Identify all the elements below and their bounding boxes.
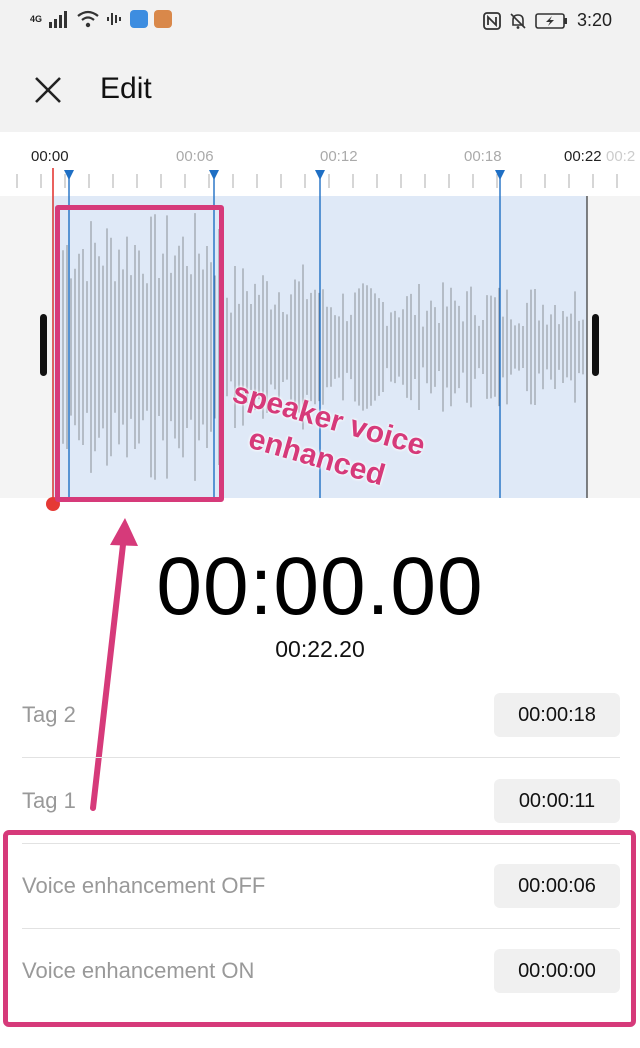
close-button[interactable]: [28, 70, 68, 110]
mute-bell-icon: [510, 12, 526, 29]
tag-time-button[interactable]: 00:00:18: [494, 693, 620, 737]
annotation-box-waveform: [55, 205, 224, 502]
battery-icon: [535, 12, 567, 29]
signal-icon: [49, 11, 68, 28]
tag-label: Tag 2: [22, 702, 76, 727]
status-right: 3:20: [483, 10, 612, 31]
nfc-icon: [483, 11, 501, 30]
game-notification-icon: [154, 10, 173, 28]
total-duration: 00:22.20: [275, 636, 365, 662]
tag-label: Tag 1: [22, 788, 76, 813]
audio-wave-icon: [107, 13, 122, 25]
close-icon: [35, 77, 61, 103]
status-bar: 4G 3:20: [0, 0, 640, 44]
tag-time-button[interactable]: 00:00:11: [494, 779, 620, 823]
trim-handle-left[interactable]: [40, 314, 47, 376]
toolbar: Edit: [0, 44, 640, 132]
wifi-icon: [77, 10, 99, 28]
timeline-ruler[interactable]: 00:00 00:06 00:12 00:18 00:22 00:2: [0, 132, 640, 196]
annotation-box-tags: [3, 830, 636, 1027]
network-type: 4G: [30, 14, 43, 24]
timeline-ticks: [16, 168, 618, 196]
clock: 3:20: [576, 10, 612, 30]
page-title: Edit: [100, 72, 152, 105]
trim-handle-right[interactable]: [592, 314, 599, 376]
tag-list-item[interactable]: Tag 2 00:00:18: [22, 672, 620, 758]
app-notification-icon: [130, 10, 149, 28]
status-left: 4G: [30, 10, 173, 28]
current-time: 00:00.00: [156, 541, 484, 632]
